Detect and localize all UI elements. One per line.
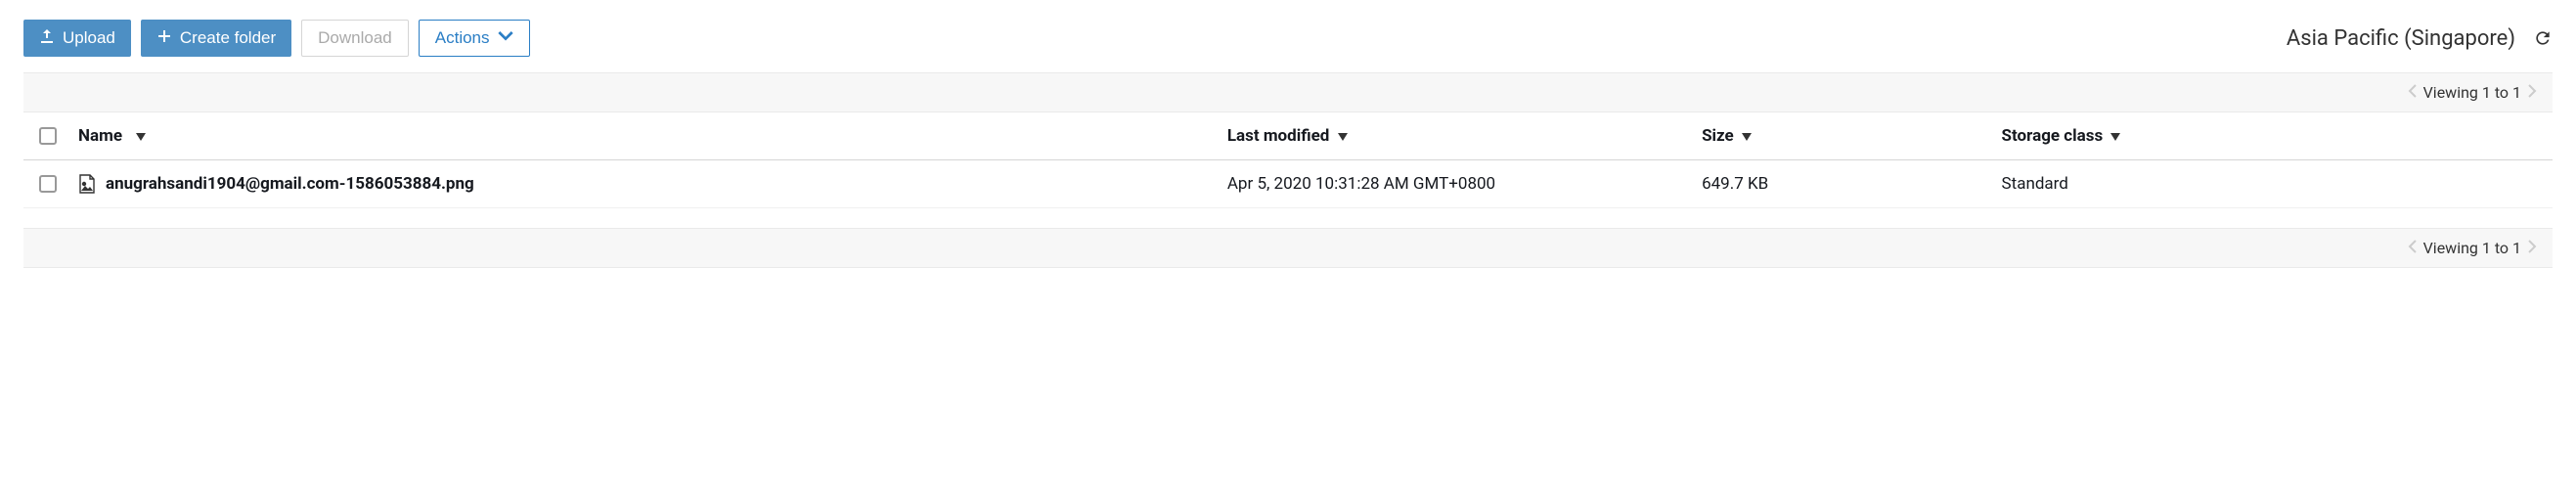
download-button-label: Download bbox=[318, 28, 392, 48]
column-size-label: Size bbox=[1702, 126, 1734, 146]
upload-button-label: Upload bbox=[63, 28, 115, 48]
row-modified: Apr 5, 2020 10:31:28 AM GMT+0800 bbox=[1227, 174, 1702, 194]
create-folder-button[interactable]: Create folder bbox=[141, 20, 291, 57]
row-name[interactable]: anugrahsandi1904@gmail.com-1586053884.pn… bbox=[106, 174, 474, 194]
download-button: Download bbox=[301, 20, 409, 57]
pagination-text-top: Viewing 1 to 1 bbox=[2408, 83, 2537, 102]
viewing-label: Viewing 1 to 1 bbox=[2423, 239, 2521, 257]
actions-button[interactable]: Actions bbox=[419, 20, 530, 57]
sort-caret-icon bbox=[1742, 126, 1752, 146]
pagination-bar-top: Viewing 1 to 1 bbox=[23, 72, 2553, 112]
row-checkbox-cell bbox=[39, 175, 78, 193]
chevron-left-icon[interactable] bbox=[2408, 83, 2418, 102]
pagination-text-bottom: Viewing 1 to 1 bbox=[2408, 239, 2537, 257]
row-storage: Standard bbox=[2002, 174, 2537, 194]
select-all-cell bbox=[39, 127, 78, 145]
toolbar-left: Upload Create folder Download Actions bbox=[23, 20, 530, 57]
pagination-bar-bottom: Viewing 1 to 1 bbox=[23, 228, 2553, 268]
chevron-right-icon[interactable] bbox=[2527, 239, 2537, 257]
column-header-size[interactable]: Size bbox=[1702, 126, 2001, 146]
toolbar-right: Asia Pacific (Singapore) bbox=[2287, 26, 2553, 51]
sort-caret-icon bbox=[2110, 126, 2120, 146]
chevron-down-icon bbox=[498, 28, 513, 49]
region-label: Asia Pacific (Singapore) bbox=[2287, 26, 2515, 51]
column-modified-label: Last modified bbox=[1227, 126, 1330, 146]
actions-button-label: Actions bbox=[435, 28, 490, 48]
chevron-right-icon[interactable] bbox=[2527, 83, 2537, 102]
table-row[interactable]: anugrahsandi1904@gmail.com-1586053884.pn… bbox=[23, 160, 2553, 208]
sort-caret-icon bbox=[136, 126, 146, 146]
viewing-label: Viewing 1 to 1 bbox=[2423, 83, 2521, 102]
chevron-left-icon[interactable] bbox=[2408, 239, 2418, 257]
column-header-name[interactable]: Name bbox=[78, 126, 1227, 146]
column-header-storage[interactable]: Storage class bbox=[2002, 126, 2537, 146]
table-header: Name Last modified Size Storage class bbox=[23, 112, 2553, 160]
upload-button[interactable]: Upload bbox=[23, 20, 131, 57]
column-storage-label: Storage class bbox=[2002, 126, 2104, 146]
select-all-checkbox[interactable] bbox=[39, 127, 57, 145]
upload-icon bbox=[39, 28, 55, 49]
plus-icon bbox=[156, 28, 172, 49]
row-checkbox[interactable] bbox=[39, 175, 57, 193]
create-folder-button-label: Create folder bbox=[180, 28, 276, 48]
column-name-label: Name bbox=[78, 126, 122, 146]
sort-caret-icon bbox=[1338, 126, 1348, 146]
row-name-cell: anugrahsandi1904@gmail.com-1586053884.pn… bbox=[78, 174, 1227, 194]
file-image-icon bbox=[78, 174, 96, 194]
row-size: 649.7 KB bbox=[1702, 174, 2001, 194]
column-header-modified[interactable]: Last modified bbox=[1227, 126, 1702, 146]
toolbar: Upload Create folder Download Actions As… bbox=[23, 20, 2553, 57]
refresh-icon[interactable] bbox=[2533, 28, 2553, 48]
